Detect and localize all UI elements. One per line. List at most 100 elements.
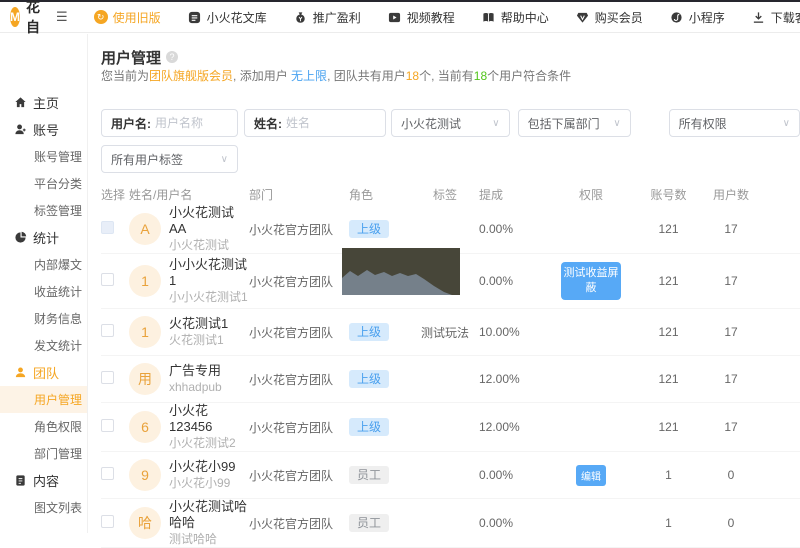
row-checkbox[interactable] [101,515,114,528]
nav-buy-membership[interactable]: 购买会员 [576,9,643,26]
user-name: 火花测试1 [169,316,228,332]
accounts-count: 121 [636,420,701,434]
money-bag-icon [294,10,308,24]
user-tag-select[interactable]: 所有用户标签 ∨ [101,145,238,173]
notice-text: 个用户符合条件 [487,69,571,83]
dept-scope-value: 包括下属部门 [528,115,600,132]
role-tag: 上级 [349,220,389,238]
username-filter: 用户名: [101,109,238,137]
row-checkbox[interactable] [101,467,114,480]
no-limit-text: 无上限 [291,69,327,83]
notice-text: , 添加用户 [233,69,291,83]
notice-text: 您当前为 [101,69,149,83]
sidebar-item-tag-manage[interactable]: 标签管理 [0,197,87,224]
users-count: 17 [701,222,761,236]
menu-toggle-icon[interactable]: ☰ [56,9,68,25]
team-select[interactable]: 小火花测试 ∨ [391,109,510,137]
nav-label: 购买会员 [595,9,643,26]
user-name: 小火花小99 [169,459,235,475]
row-checkbox[interactable] [101,273,114,286]
username-input[interactable] [155,116,228,130]
sidebar-label: 部门管理 [34,445,82,462]
table-row: 1 火花测试1火花测试1 小火花官方团队 上级 测试玩法 10.00% 121 … [101,309,800,356]
avatar: 6 [129,411,161,443]
nav-mini-program[interactable]: 小程序 [670,9,725,26]
commission-value: 10.00% [479,325,546,339]
sidebar-item-role-permission[interactable]: 角色权限 [0,413,87,440]
role-tag: 员工 [349,514,389,532]
accounts-count: 121 [636,325,701,339]
avatar: 1 [129,265,161,297]
sidebar-label: 角色权限 [34,418,82,435]
name-input[interactable] [286,116,376,130]
users-count: 0 [701,516,761,530]
sidebar-item-dept-manage[interactable]: 部门管理 [0,440,87,467]
sidebar-item-user-manage[interactable]: 用户管理 [0,386,87,413]
username-filter-label: 用户名: [111,115,151,132]
dept-scope-select[interactable]: 包括下属部门 ∨ [518,109,631,137]
revenue-shield-button[interactable]: 测试收益屏蔽 [561,262,621,300]
user-dept: 小火花官方团队 [249,273,349,290]
chevron-down-icon: ∨ [613,118,620,129]
sidebar-item-publish-stats[interactable]: 发文统计 [0,332,87,359]
row-checkbox[interactable] [101,371,114,384]
sidebar-item-internal-articles[interactable]: 内部爆文 [0,251,87,278]
info-icon[interactable]: ? [166,51,178,63]
nav-promo-profit[interactable]: 推广盈利 [294,9,361,26]
download-icon [752,10,766,24]
sidebar-label: 图文列表 [34,499,82,516]
user-username: 小小火花测试1 [169,289,249,305]
nav-help-center[interactable]: 帮助中心 [482,9,549,26]
user-dept: 小火花官方团队 [249,221,349,238]
sidebar-item-account[interactable]: 账号 [0,116,87,143]
edit-button[interactable]: 编辑 [576,465,606,486]
header-label: 标签 [411,186,479,203]
header-commission: 提成 [479,186,546,203]
membership-level: 团队旗舰版会员 [149,69,233,83]
avatar: A [129,213,161,245]
accounts-count: 1 [636,468,701,482]
sidebar-label: 用户管理 [34,391,82,408]
document-icon [13,474,27,488]
team-icon [13,366,27,380]
avatar: 用 [129,363,161,395]
sidebar-label: 内部爆文 [34,256,82,273]
nav-video-tutorial[interactable]: 视频教程 [388,9,455,26]
sidebar-item-finance-info[interactable]: 财务信息 [0,305,87,332]
user-username: 小火花小99 [169,475,235,491]
sidebar-item-article-list[interactable]: 图文列表 [0,494,87,521]
user-username: 火花测试1 [169,332,228,348]
users-count: 17 [701,420,761,434]
nav-label: 小程序 [689,9,725,26]
sidebar-item-content[interactable]: 内容 [0,467,87,494]
sidebar-item-revenue-stats[interactable]: 收益统计 [0,278,87,305]
sidebar-item-team[interactable]: 团队 [0,359,87,386]
sidebar-label: 账号 [33,120,59,139]
row-checkbox[interactable] [101,419,114,432]
table-row: 用 广告专用xhhadpub 小火花官方团队 上级 12.00% 121 17 [101,356,800,403]
avatar: 哈 [129,507,161,539]
header-role: 角色 [349,186,411,203]
permission-select[interactable]: 所有权限 ∨ [669,109,800,137]
nav-download-client[interactable]: 下载客户端 ▾ [752,9,800,26]
users-count: 0 [701,468,761,482]
sidebar-item-account-manage[interactable]: 账号管理 [0,143,87,170]
sidebar-item-home[interactable]: 主页 [0,89,87,116]
commission-value: 12.00% [479,420,546,434]
row-checkbox[interactable] [101,324,114,337]
doc-library-icon [188,10,202,24]
notice-text: , 团队共有用户 [327,69,406,83]
row-checkbox[interactable] [101,221,114,234]
sidebar-item-platform-category[interactable]: 平台分类 [0,170,87,197]
nav-doc-library[interactable]: 小火花文库 [188,9,267,26]
name-filter: 姓名: [244,109,386,137]
sidebar-label: 发文统计 [34,337,82,354]
role-tag: 上级 [349,418,389,436]
users-count: 17 [701,274,761,288]
notice-text: 个, 当前有 [419,69,474,83]
sidebar-item-stats[interactable]: 统计 [0,224,87,251]
nav-legacy-version[interactable]: ↻ 使用旧版 [94,9,161,26]
user-username: 小火花测试2 [169,435,249,451]
table-row: 哈 小火花测试哈哈哈测试哈哈 小火花官方团队 员工 0.00% 1 0 [101,499,800,548]
vip-badge-icon [576,10,590,24]
